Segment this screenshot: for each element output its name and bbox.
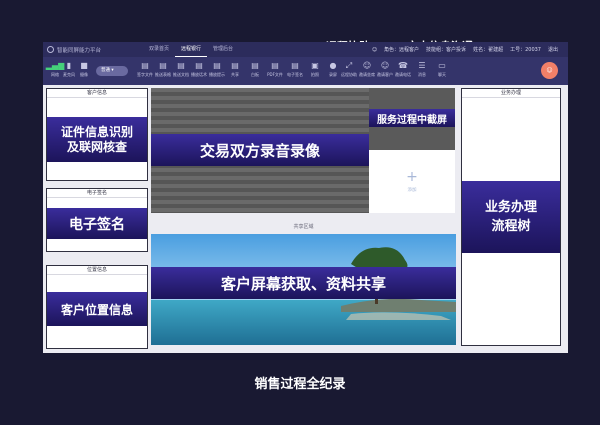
message-icon: ▭: [438, 61, 446, 70]
mode-toggle[interactable]: 普通 ▾: [96, 66, 128, 76]
document-icon: ▤: [141, 61, 149, 70]
toolbar: ▂▄▆ 网络 ▮ 麦克风 ■ 摄像 普通 ▾ ▤ 签字文件 ▤ 推送表格 ▤ 推送文档 ▤ 播…: [43, 57, 568, 85]
share-screen-banner: 客户屏幕获取、资料共享: [151, 267, 456, 299]
user-info: ☺ 角色：远程客户 技能组：客户投诉 姓名：翟建超 工号：20037 退出: [372, 42, 558, 57]
add-label: 添加: [407, 188, 417, 193]
video-area: 交易双方录音录像: [151, 88, 369, 213]
screenshot-thumbnail[interactable]: 服务过程中截屏: [369, 88, 455, 150]
tab-dual-record[interactable]: 双录首页: [143, 42, 175, 57]
microphone-icon: ▮: [66, 61, 72, 70]
add-screenshot-button[interactable]: + 添加: [369, 150, 455, 213]
toolbar-photo[interactable]: ▣ 拍照: [305, 60, 325, 82]
document-icon: ▤: [251, 61, 259, 70]
toolbar-invite-agent[interactable]: ☺ 邀请坐席: [357, 60, 377, 82]
logo-icon: [47, 46, 54, 53]
id-verification-banner: 证件信息识别 及联网核查: [47, 117, 147, 162]
user-role: 角色：远程客户: [384, 47, 420, 53]
panel-title: 电子签名: [47, 189, 147, 198]
page-caption: 销售过程全纪录: [254, 377, 346, 392]
toolbar-pdf[interactable]: ▤ PDF文件: [265, 60, 285, 82]
user-name: 姓名：翟建超: [473, 47, 504, 53]
location-panel: 位置信息 客户位置信息: [46, 265, 148, 349]
chat-icon: ☰: [418, 61, 426, 70]
video-record-banner: 交易双方录音录像: [151, 134, 369, 166]
toolbar-play-script[interactable]: ▤ 播放话术: [189, 60, 209, 82]
plus-icon: +: [406, 169, 418, 185]
toolbar-invite-customer[interactable]: ☺ 邀请客户: [375, 60, 395, 82]
e-signature-panel: 电子签名 电子签名: [46, 188, 148, 252]
toolbar-message[interactable]: ☰ 消息: [412, 60, 432, 82]
tab-remote-bank[interactable]: 远程银行: [175, 42, 208, 57]
document-icon: ▤: [291, 61, 299, 70]
panel-title: 位置信息: [47, 266, 147, 275]
toolbar-invite-phone[interactable]: ☎ 邀请电话: [393, 60, 413, 82]
business-panel: 业务办理 业务办理 流程树: [461, 88, 561, 346]
phone-icon: ☎: [398, 61, 408, 70]
panel-title: 业务办理: [462, 89, 560, 98]
location-banner: 客户位置信息: [47, 292, 147, 326]
toolbar-push-doc[interactable]: ▤ 推送文档: [171, 60, 191, 82]
document-icon: ▤: [177, 61, 185, 70]
toolbar-camera[interactable]: ■ 摄像: [74, 60, 94, 82]
app-screen: 智能同屏能力平台 双录首页 远程银行 管理后台 ☺ 角色：远程客户 技能组：客户…: [43, 42, 568, 353]
shared-screen-image: 客户屏幕获取、资料共享: [151, 234, 456, 345]
toolbar-chat[interactable]: ▭ 聊天: [432, 60, 452, 82]
document-icon: ▤: [159, 61, 167, 70]
panel-title: 客户信息: [47, 89, 147, 98]
mode-toggle-label: 普通: [101, 68, 110, 73]
document-icon: ▤: [213, 61, 221, 70]
person-icon: ☺: [371, 46, 378, 53]
logout-link[interactable]: 退出: [548, 46, 558, 53]
business-flow-banner: 业务办理 流程树: [462, 181, 560, 253]
document-icon: ▤: [231, 61, 239, 70]
toolbar-sign-file[interactable]: ▤ 签字文件: [135, 60, 155, 82]
avatar[interactable]: ☺: [541, 62, 558, 79]
camera-icon: ■: [80, 61, 88, 70]
top-navigation: 智能同屏能力平台 双录首页 远程银行 管理后台 ☺ 角色：远程客户 技能组：客户…: [43, 42, 568, 57]
app-logo: 智能同屏能力平台: [47, 46, 143, 54]
share-area-title: 共享区域: [293, 224, 314, 230]
toolbar-remote-assist[interactable]: ⤢ 远程协助: [339, 60, 359, 82]
toolbar-share[interactable]: ▤ 共享: [225, 60, 245, 82]
document-icon: ▤: [271, 61, 279, 70]
toolbar-e-sign[interactable]: ▤ 电子签名: [285, 60, 305, 82]
screenshot-banner: 服务过程中截屏: [369, 109, 455, 127]
customer-info-panel: 客户信息 证件信息识别 及联网核查: [46, 88, 148, 181]
workspace: 客户信息 证件信息识别 及联网核查 电子签名 电子签名 位置信息 客户位置信息 …: [43, 85, 568, 353]
photo-icon: ▣: [311, 61, 319, 70]
app-name: 智能同屏能力平台: [57, 47, 102, 54]
e-signature-banner: 电子签名: [47, 208, 147, 239]
person-icon: ☺: [362, 61, 372, 70]
remote-assist-icon: ⤢: [345, 61, 353, 70]
user-skill-group: 技能组：客户投诉: [426, 47, 467, 53]
toolbar-play-tip[interactable]: ▤ 播放提示: [207, 60, 227, 82]
document-icon: ▤: [195, 61, 203, 70]
tab-admin[interactable]: 管理后台: [207, 42, 239, 57]
record-icon: ●: [329, 61, 337, 70]
person-icon: ☺: [380, 61, 390, 70]
user-work-id: 工号：20037: [510, 47, 541, 53]
toolbar-whiteboard[interactable]: ▤ 白板: [245, 60, 265, 82]
toolbar-push-form[interactable]: ▤ 推送表格: [153, 60, 173, 82]
